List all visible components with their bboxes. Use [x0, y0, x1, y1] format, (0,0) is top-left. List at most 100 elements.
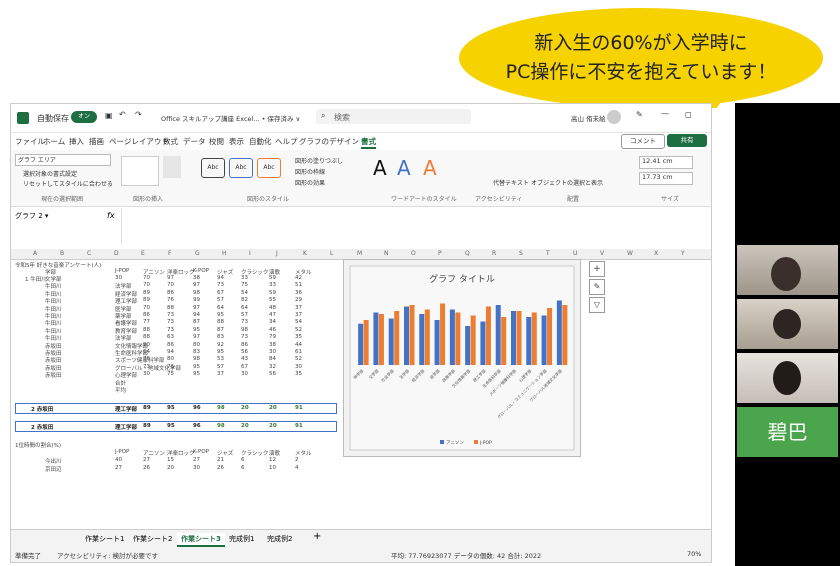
chart-bar[interactable]: [485, 306, 491, 366]
chart-bar[interactable]: [531, 312, 537, 366]
participant-tile-3[interactable]: [737, 353, 838, 403]
chart-bar[interactable]: [434, 320, 440, 365]
autosave-toggle[interactable]: オン: [71, 111, 97, 123]
column-header[interactable]: J: [276, 250, 278, 257]
chart-bar[interactable]: [541, 315, 547, 366]
shape-outline-button[interactable]: 図形の枠線: [295, 167, 325, 176]
shape-style-3[interactable]: Abc: [257, 158, 281, 178]
column-header[interactable]: Y: [681, 250, 685, 257]
reset-style-button[interactable]: リセットしてスタイルに合わせる: [23, 179, 113, 188]
tab-example-2[interactable]: 完成例2: [263, 533, 296, 545]
column-header[interactable]: L: [330, 250, 333, 257]
chart-bar[interactable]: [403, 306, 409, 366]
chart-bar[interactable]: [495, 305, 501, 365]
menu-help[interactable]: ヘルプ: [275, 136, 298, 147]
chart-bar[interactable]: [419, 314, 425, 365]
save-icon[interactable]: ▣: [105, 111, 113, 120]
zoom-level[interactable]: 70%: [687, 550, 701, 558]
menu-page-layout[interactable]: ページレイアウト: [109, 136, 169, 147]
name-box[interactable]: グラフ 2 ▾: [15, 211, 75, 223]
menu-formulas[interactable]: 数式: [163, 136, 178, 147]
chart-bar[interactable]: [449, 309, 455, 366]
column-header[interactable]: H: [222, 250, 227, 257]
column-header[interactable]: N: [384, 250, 389, 257]
column-header[interactable]: P: [438, 250, 442, 257]
chart-bar[interactable]: [480, 321, 486, 366]
column-header[interactable]: X: [654, 250, 658, 257]
column-header[interactable]: S: [519, 250, 523, 257]
column-header[interactable]: V: [600, 250, 604, 257]
column-header[interactable]: A: [33, 250, 37, 257]
add-sheet-icon[interactable]: +: [309, 530, 325, 543]
shape-effects-button[interactable]: 図形の効果: [295, 178, 325, 187]
shape-fill-button[interactable]: 図形の塗りつぶし: [295, 156, 343, 165]
participant-tile-2[interactable]: [737, 299, 838, 349]
chart-title[interactable]: グラフ タイトル: [429, 273, 495, 285]
column-header[interactable]: T: [546, 250, 550, 257]
share-button[interactable]: 共有: [667, 134, 707, 147]
alt-text-button[interactable]: 代替テキスト: [493, 178, 529, 187]
chart-bar[interactable]: [424, 309, 430, 366]
format-selection-button[interactable]: 選択対象の書式設定: [23, 169, 77, 178]
column-header[interactable]: G: [195, 250, 200, 257]
tab-sheet-1[interactable]: 作業シート1: [81, 533, 128, 545]
chart-bar[interactable]: [465, 326, 471, 365]
column-header[interactable]: M: [357, 250, 362, 257]
shapes-gallery[interactable]: [121, 156, 159, 186]
column-header[interactable]: F: [168, 250, 171, 257]
column-header[interactable]: R: [492, 250, 496, 257]
accessibility-status[interactable]: アクセシビリティ: 検討が必要です: [57, 550, 158, 560]
wordart-style-black[interactable]: A: [373, 156, 387, 180]
tab-sheet-2[interactable]: 作業シート2: [129, 533, 176, 545]
column-header[interactable]: K: [303, 250, 307, 257]
chart-bar[interactable]: [455, 312, 461, 366]
worksheet-grid[interactable]: 令和5年 好きな音楽アンケート(人) 学部 J-POP アニソン 洋楽ロック K-POP…: [11, 259, 711, 529]
participant-tile-name[interactable]: 碧巴: [737, 407, 838, 457]
search-box[interactable]: ⌕ 検索: [316, 109, 471, 124]
avatar[interactable]: [607, 110, 621, 124]
column-header[interactable]: U: [573, 250, 577, 257]
tab-sheet-3[interactable]: 作業シート3: [177, 533, 225, 547]
chart-bar[interactable]: [516, 311, 522, 365]
chart-bar[interactable]: [556, 300, 562, 366]
menu-home[interactable]: ホーム: [43, 136, 65, 147]
column-header[interactable]: E: [141, 250, 145, 257]
menu-draw[interactable]: 描画: [89, 136, 104, 147]
chart-bar[interactable]: [562, 305, 568, 365]
undo-icon[interactable]: ↶: [119, 110, 126, 119]
chart-bar[interactable]: [501, 317, 507, 365]
edit-shape-icon[interactable]: [163, 156, 181, 178]
chart-styles-button[interactable]: ✎: [589, 279, 605, 295]
chart-bar[interactable]: [373, 312, 379, 366]
menu-view[interactable]: 表示: [229, 136, 244, 147]
shape-style-1[interactable]: Abc: [201, 158, 225, 178]
restore-icon[interactable]: ◻: [685, 110, 692, 119]
menu-review[interactable]: 校閲: [209, 136, 224, 147]
chart-bar[interactable]: [526, 317, 532, 365]
menu-data[interactable]: データ: [183, 136, 206, 147]
menu-chart-design[interactable]: グラフのデザイン: [299, 136, 359, 147]
chart-bar[interactable]: [358, 323, 364, 365]
wordart-style-orange[interactable]: A: [423, 156, 437, 180]
wordart-style-blue[interactable]: A: [397, 156, 411, 180]
column-header[interactable]: D: [114, 250, 119, 257]
comment-button[interactable]: コメント: [621, 134, 665, 149]
menu-insert[interactable]: 挿入: [69, 136, 84, 147]
selection-pane-button[interactable]: オブジェクトの選択と表示: [531, 178, 603, 187]
shape-style-2[interactable]: Abc: [229, 158, 253, 178]
chart-bar[interactable]: [547, 308, 553, 365]
column-header[interactable]: W: [627, 250, 633, 257]
menu-format[interactable]: 書式: [361, 136, 376, 149]
menu-file[interactable]: ファイル: [15, 136, 45, 147]
chart-bar[interactable]: [388, 318, 394, 366]
redo-icon[interactable]: ↷: [135, 110, 142, 119]
minimize-icon[interactable]: —: [661, 109, 669, 118]
width-field[interactable]: 17.73 cm: [639, 172, 693, 185]
column-header[interactable]: B: [60, 250, 64, 257]
tab-example-1[interactable]: 完成例1: [225, 533, 258, 545]
chart-bar[interactable]: [394, 311, 400, 365]
menu-automate[interactable]: 自動化: [249, 136, 272, 147]
chart-bar[interactable]: [440, 303, 446, 366]
column-header[interactable]: I: [249, 250, 251, 257]
chart-elements-button[interactable]: +: [589, 261, 605, 277]
